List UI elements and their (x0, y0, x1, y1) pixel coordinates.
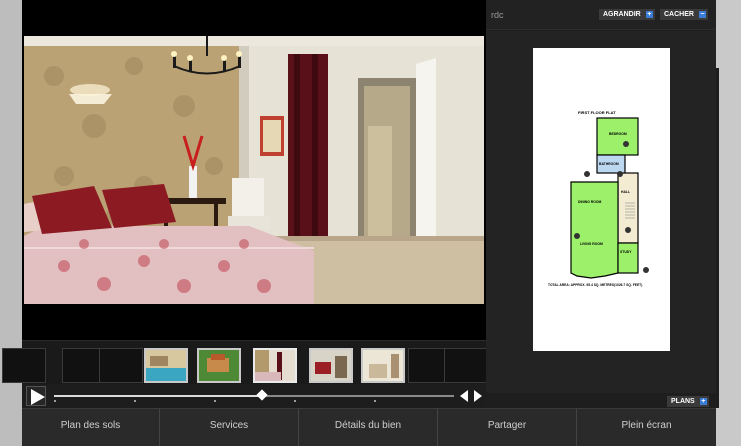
room-light-thumb-image (363, 350, 403, 381)
room-label-bathroom: BATHROOM (599, 162, 619, 166)
room-label-living-room: LIVING ROOM (580, 242, 603, 246)
menu-services-label: Services (209, 420, 249, 431)
photo-player (2, 0, 488, 408)
main-photo[interactable] (24, 36, 484, 304)
enlarge-button-label: AGRANDIR (603, 11, 641, 18)
enlarge-button[interactable]: AGRANDIR + (599, 9, 655, 20)
thumbnail-room-light[interactable] (361, 348, 405, 383)
menu-share-label: Partager (487, 420, 527, 431)
player-controls (22, 384, 486, 408)
bedroom-thumb-image (255, 350, 295, 381)
floor-plan-area: FIRST FLOOR FLAT BEDROOM BATHROOM HALL D… (486, 31, 716, 393)
thumbnail-strip (2, 340, 488, 388)
study-room (617, 242, 639, 274)
plans-button[interactable]: PLANS + (667, 396, 709, 407)
thumbnail-garden[interactable] (197, 348, 241, 383)
progress-track[interactable] (54, 389, 454, 401)
bedroom-photo (24, 36, 484, 304)
progress-knob[interactable] (256, 389, 268, 401)
previous-arrow-icon[interactable] (460, 390, 468, 402)
room-label-bedroom: BEDROOM (609, 132, 627, 136)
menu-floor-plans-label: Plan des sols (60, 420, 121, 431)
play-icon[interactable] (31, 389, 45, 405)
progress-fill (54, 395, 262, 397)
menu-fullscreen[interactable]: Plein écran (577, 409, 716, 446)
progress-tick (134, 400, 136, 402)
thumbnail-bedroom[interactable] (253, 348, 297, 383)
bedroom-room (596, 117, 639, 156)
floor-plan-card[interactable]: FIRST FLOOR FLAT BEDROOM BATHROOM HALL D… (533, 48, 670, 351)
bottom-menu: Plan des sols Services Détails du bien P… (22, 408, 716, 446)
hide-button-label: CACHER (664, 11, 694, 18)
plus-icon: + (645, 11, 653, 18)
thumbnail-empty[interactable] (99, 348, 143, 383)
right-frame-shadow (716, 68, 719, 408)
thumbnail-pool[interactable] (144, 348, 188, 383)
room-label-study: STUDY (620, 250, 632, 254)
hide-button[interactable]: CACHER − (660, 9, 708, 20)
progress-tick (374, 400, 376, 402)
dining-living-room (570, 181, 619, 279)
minus-icon: − (698, 11, 706, 18)
room-label-hall: HALL (621, 190, 630, 194)
room-label-dining-room: DINING ROOM (578, 200, 602, 204)
floor-plan-panel: rdc AGRANDIR + CACHER − FIRST FLOOR FLAT (486, 0, 716, 408)
progress-tick (54, 400, 56, 402)
thumbnail-empty[interactable] (2, 348, 46, 383)
next-arrow-icon[interactable] (474, 390, 482, 402)
living-room-thumb-image (311, 350, 351, 381)
floor-level-label: rdc (491, 10, 504, 20)
garden-thumb-image (199, 350, 239, 381)
floor-plan-title: FIRST FLOOR FLAT (578, 110, 616, 115)
menu-services[interactable]: Services (160, 409, 299, 446)
menu-fullscreen-label: Plein écran (621, 420, 672, 431)
floor-plan-header: rdc AGRANDIR + CACHER − (486, 0, 716, 30)
thumbnail-living-room[interactable] (309, 348, 353, 383)
menu-property-details-label: Détails du bien (334, 420, 402, 431)
floor-plan-drawing: FIRST FLOOR FLAT BEDROOM BATHROOM HALL D… (548, 110, 649, 287)
menu-floor-plans[interactable]: Plan des sols (22, 409, 160, 446)
floor-plan-area-note: TOTAL AREA: APPROX. 95.4 SQ. METRES(1026… (548, 283, 642, 287)
plus-icon: + (699, 398, 707, 405)
progress-tick (214, 400, 216, 402)
menu-property-details[interactable]: Détails du bien (299, 409, 438, 446)
menu-share[interactable]: Partager (438, 409, 577, 446)
pool-thumb-image (146, 350, 186, 381)
thumbnail-empty[interactable] (444, 348, 488, 383)
property-viewer: rdc AGRANDIR + CACHER − FIRST FLOOR FLAT (0, 0, 741, 446)
right-frame (716, 0, 741, 446)
plans-button-label: PLANS (671, 398, 695, 405)
play-button-frame[interactable] (26, 386, 46, 406)
progress-tick (294, 400, 296, 402)
